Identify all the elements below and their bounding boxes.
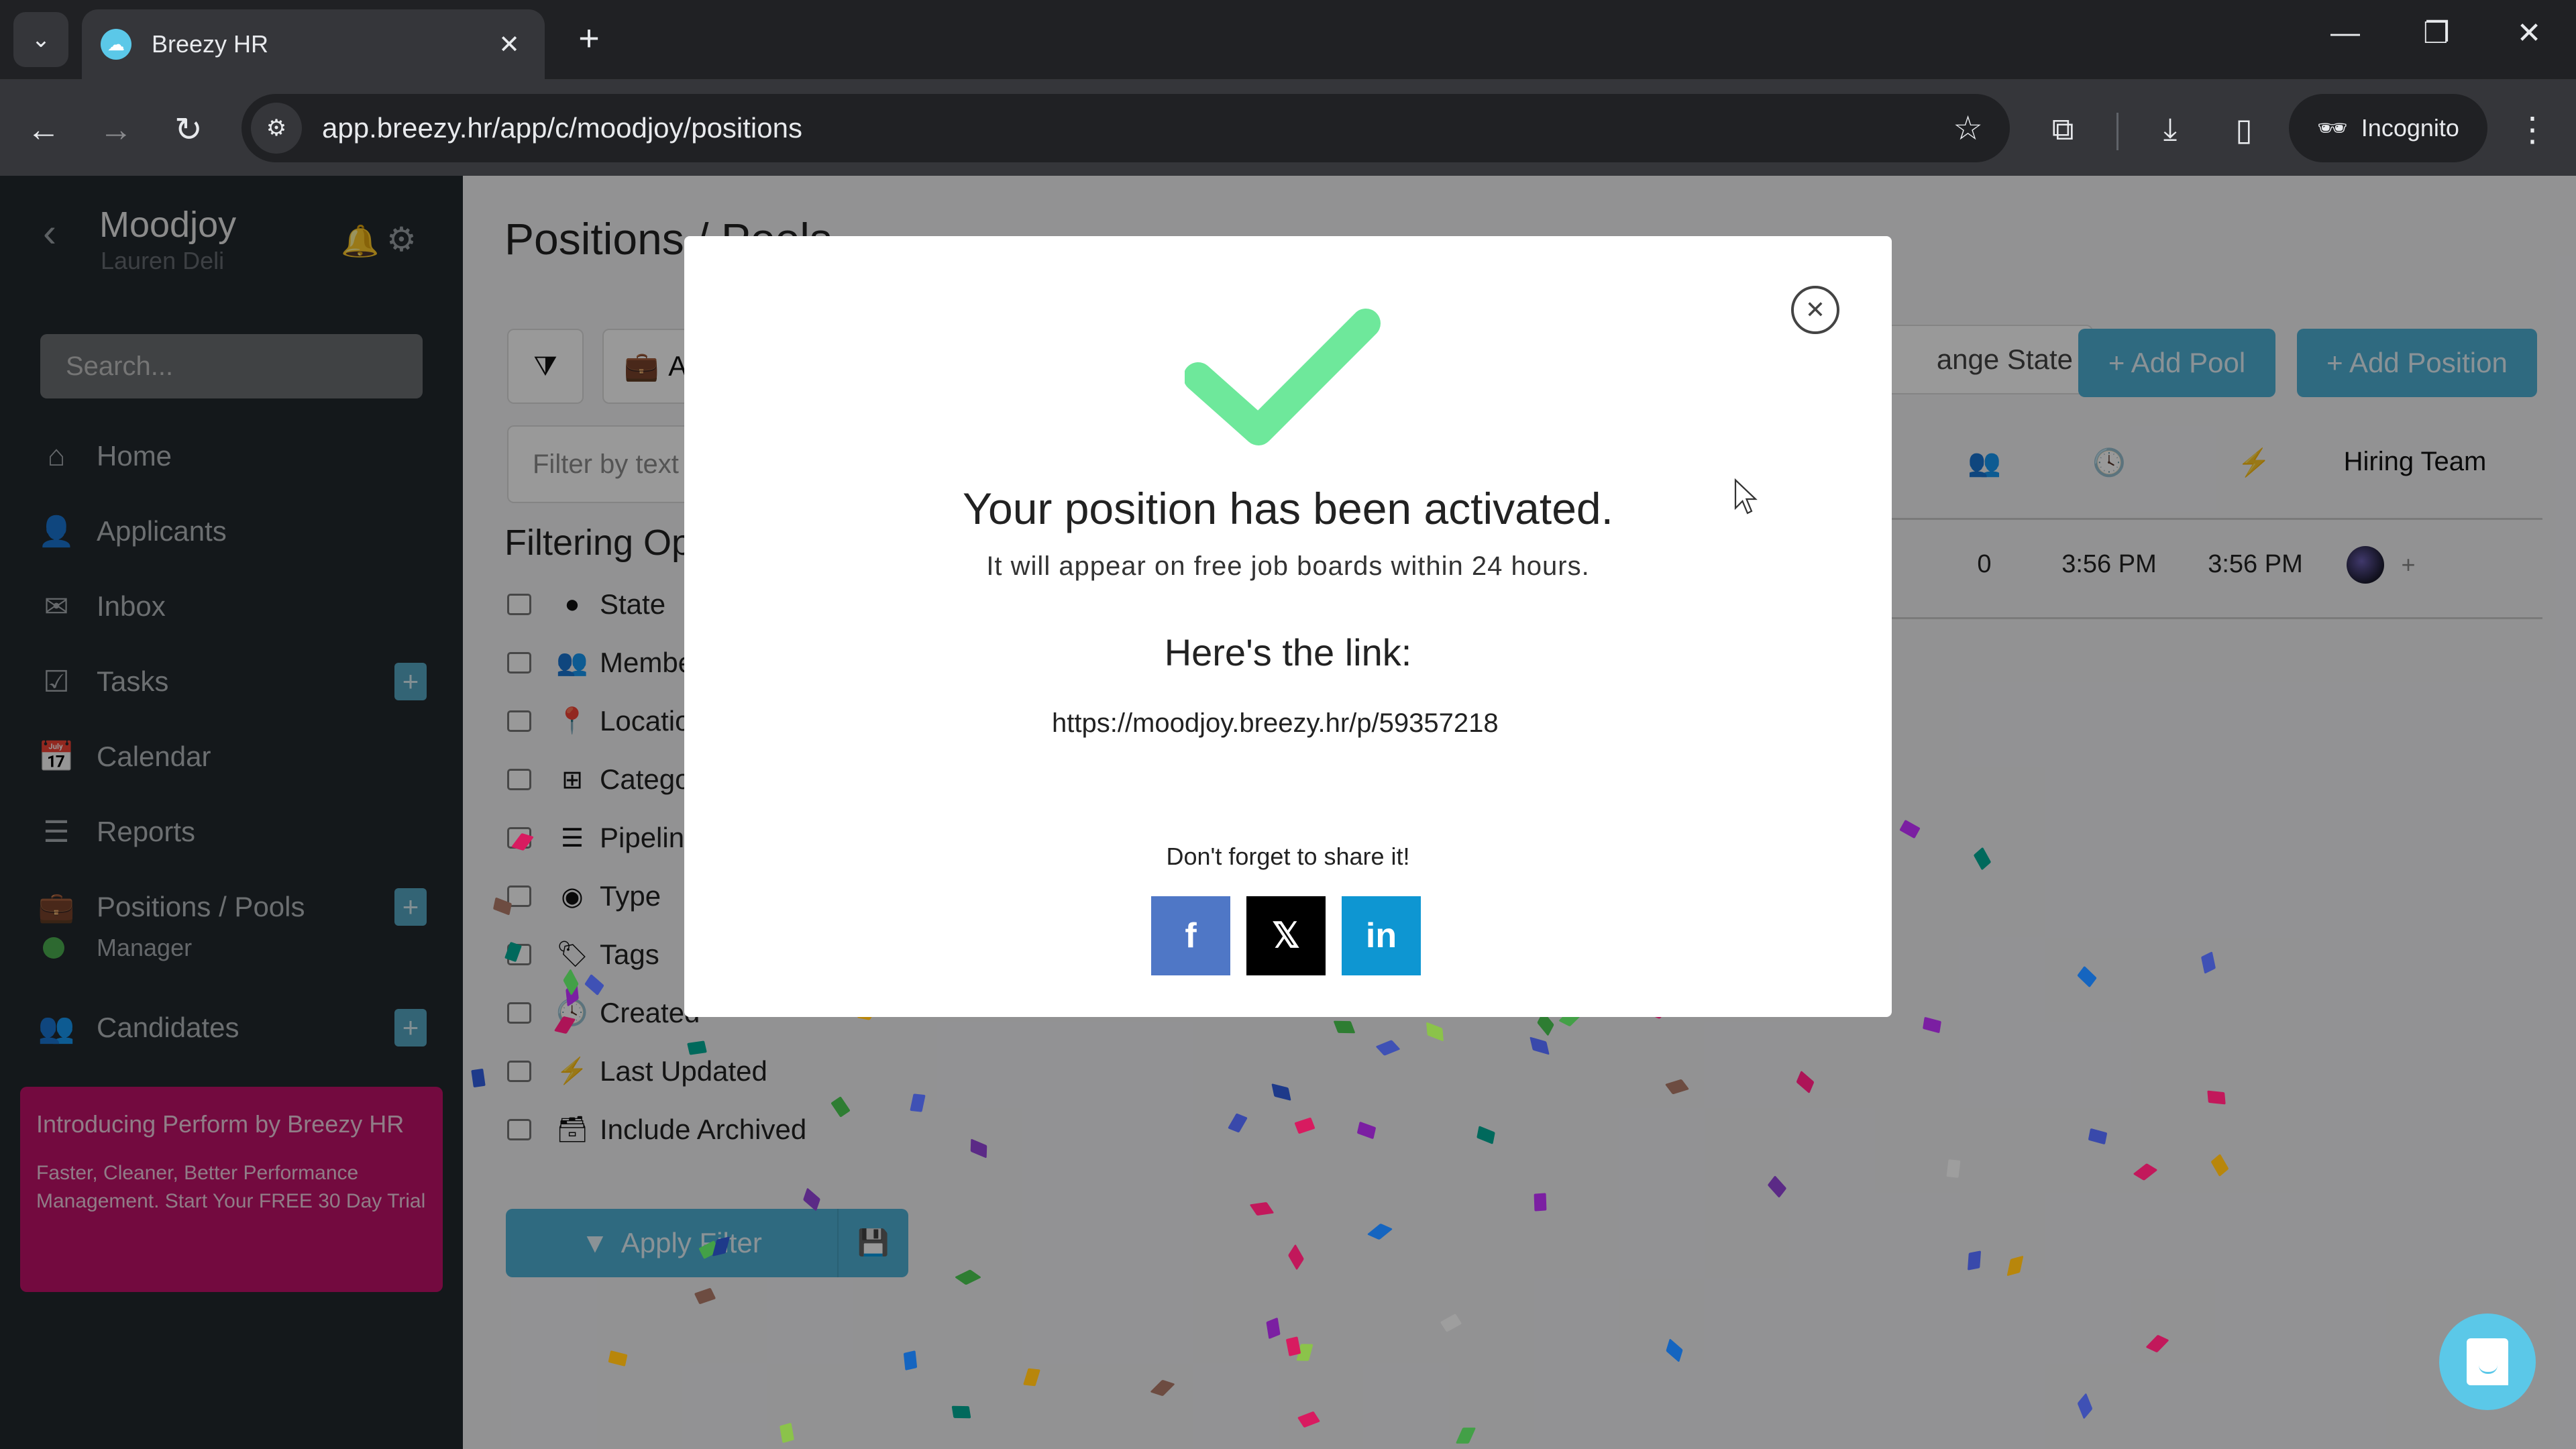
- download-icon[interactable]: ⤓: [2147, 106, 2194, 153]
- share-x-button[interactable]: 𝕏: [1246, 896, 1326, 975]
- new-tab-icon[interactable]: +: [569, 17, 609, 59]
- site-info-icon[interactable]: ⚙: [251, 103, 302, 154]
- position-link-field[interactable]: [1052, 703, 1525, 743]
- browser-menu-icon[interactable]: ⋮: [2509, 106, 2556, 153]
- link-label: Here's the link:: [1164, 631, 1412, 674]
- tab-search-button[interactable]: ⌄: [13, 12, 68, 67]
- forward-icon[interactable]: →: [93, 106, 140, 153]
- minimize-icon[interactable]: —: [2318, 16, 2372, 50]
- share-prompt: Don't forget to share it!: [1166, 843, 1410, 870]
- bookmark-star-icon[interactable]: ☆: [1953, 109, 1983, 148]
- success-check-icon: [1185, 309, 1381, 445]
- reload-icon[interactable]: ↻: [165, 106, 212, 153]
- modal-subtitle: It will appear on free job boards within…: [986, 551, 1590, 581]
- chevron-down-icon: ⌄: [31, 27, 51, 52]
- browser-tab-active[interactable]: ☁ Breezy HR ✕: [82, 9, 545, 79]
- breezy-favicon-icon: ☁: [101, 29, 131, 60]
- share-buttons: f 𝕏 in: [1151, 896, 1421, 975]
- activation-success-modal: ✕ Your position has been activated. It w…: [684, 236, 1892, 1017]
- x-twitter-icon: 𝕏: [1272, 916, 1300, 955]
- back-icon[interactable]: ←: [20, 106, 67, 153]
- share-linkedin-button[interactable]: in: [1342, 896, 1421, 975]
- url-text[interactable]: app.breezy.hr/app/c/moodjoy/positions: [322, 112, 1953, 144]
- incognito-label: Incognito: [2361, 114, 2459, 142]
- toolbar-divider: [2116, 113, 2118, 150]
- address-bar[interactable]: ⚙ app.breezy.hr/app/c/moodjoy/positions …: [241, 94, 2010, 162]
- close-icon: ✕: [1805, 296, 1826, 323]
- linkedin-icon: in: [1365, 916, 1397, 955]
- chat-icon: [2467, 1338, 2508, 1385]
- modal-title: Your position has been activated.: [963, 484, 1613, 533]
- browser-tabstrip: ⌄ ☁ Breezy HR ✕ + — ❐ ✕: [0, 0, 2576, 79]
- incognito-icon: 🕶: [2317, 114, 2348, 142]
- facebook-icon: f: [1185, 916, 1197, 955]
- tab-title: Breezy HR: [152, 30, 269, 58]
- extensions-icon[interactable]: ⧉: [2039, 106, 2086, 153]
- share-facebook-button[interactable]: f: [1151, 896, 1230, 975]
- window-close-icon[interactable]: ✕: [2502, 16, 2556, 50]
- restore-icon[interactable]: ❐: [2410, 16, 2463, 50]
- tab-close-icon[interactable]: ✕: [492, 30, 526, 60]
- close-modal-button[interactable]: ✕: [1791, 286, 1839, 334]
- side-panel-icon[interactable]: ▯: [2220, 106, 2267, 153]
- incognito-badge[interactable]: 🕶 Incognito: [2289, 94, 2487, 162]
- browser-toolbar: ← → ↻ ⚙ app.breezy.hr/app/c/moodjoy/posi…: [0, 79, 2576, 176]
- mouse-cursor-icon: [1734, 478, 1758, 515]
- chat-support-button[interactable]: [2439, 1313, 2536, 1410]
